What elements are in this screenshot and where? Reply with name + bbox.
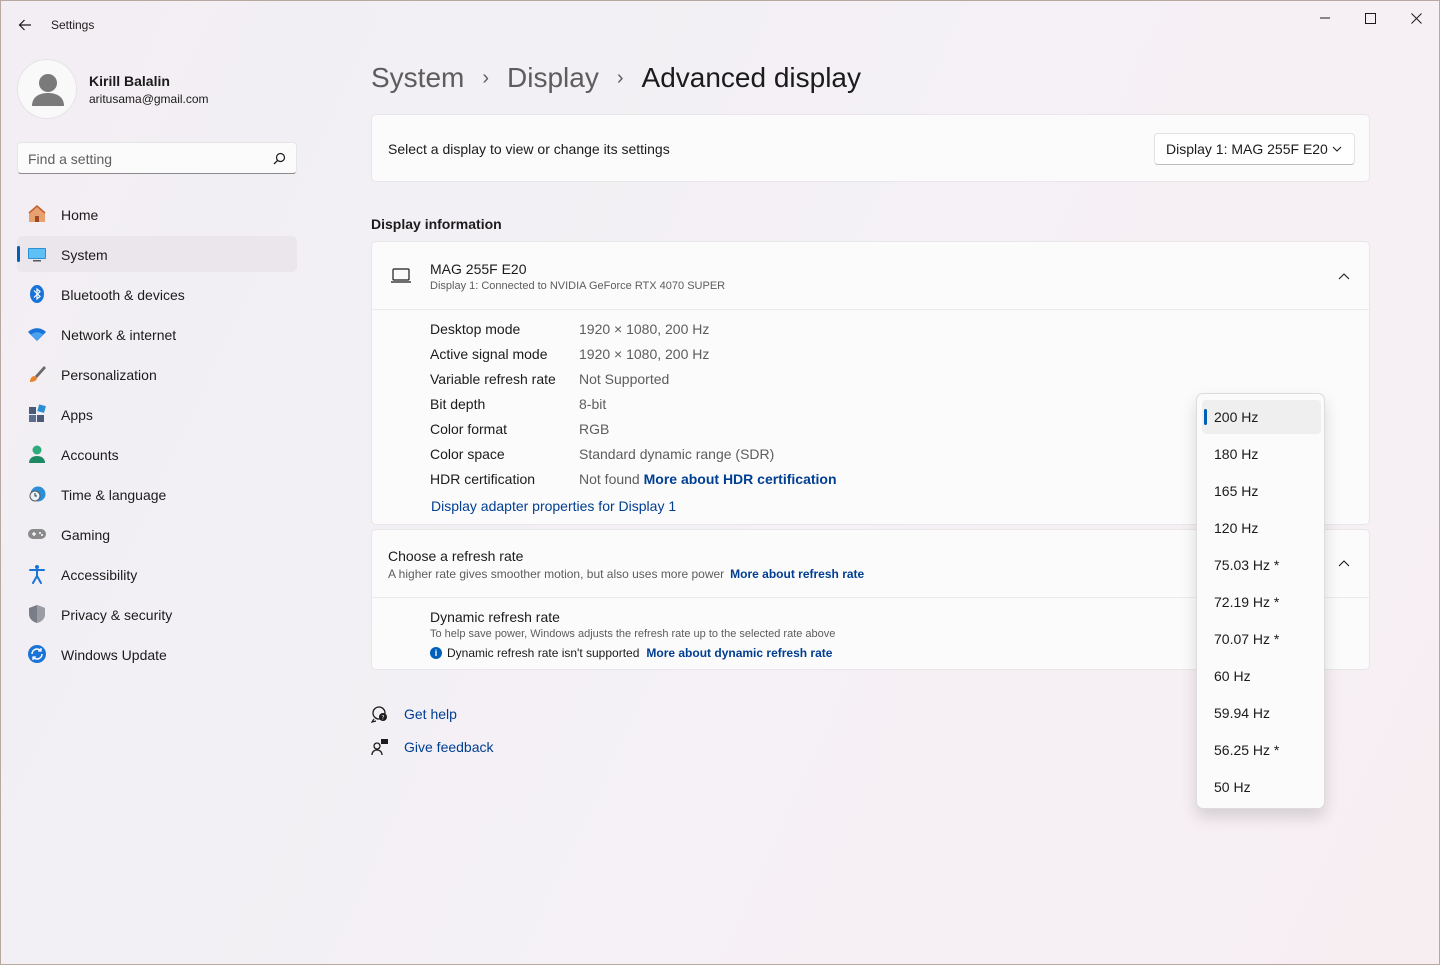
back-arrow-icon: [18, 19, 31, 31]
dynamic-refresh-link[interactable]: More about dynamic refresh rate: [646, 646, 832, 660]
selected-indicator: [1204, 409, 1207, 425]
breadcrumb-separator: ›: [482, 66, 490, 89]
give-feedback-link[interactable]: Give feedback: [371, 736, 494, 758]
sidebar-item-apps[interactable]: Apps: [17, 396, 297, 432]
refresh-option-200[interactable]: 200 Hz: [1202, 400, 1321, 434]
title-bar: Settings: [0, 0, 1440, 48]
hdr-cert-value: Not found: [579, 471, 640, 487]
home-icon: [27, 204, 47, 224]
dynamic-refresh-title: Dynamic refresh rate: [430, 609, 560, 625]
display-select-card: Select a display to view or change its s…: [371, 114, 1370, 182]
accounts-icon: [27, 444, 47, 464]
maximize-icon: [1364, 12, 1376, 24]
refresh-option-180[interactable]: 180 Hz: [1202, 437, 1321, 471]
sidebar-item-home[interactable]: Home: [17, 196, 297, 232]
sidebar-item-gaming[interactable]: Gaming: [17, 516, 297, 552]
info-icon: i: [430, 647, 442, 659]
sidebar-item-accessibility[interactable]: Accessibility: [17, 556, 297, 592]
refresh-option-165[interactable]: 165 Hz: [1202, 474, 1321, 508]
maximize-button[interactable]: [1347, 4, 1393, 32]
refresh-rate-link[interactable]: More about refresh rate: [730, 567, 864, 581]
monitor-name: MAG 255F E20: [430, 261, 527, 277]
refresh-option-50[interactable]: 50 Hz: [1202, 770, 1321, 804]
breadcrumb: System › Display › Advanced display: [371, 58, 861, 98]
search-box[interactable]: [17, 142, 297, 174]
hdr-cert-link[interactable]: More about HDR certification: [644, 471, 837, 487]
chevron-down-icon: [1332, 146, 1342, 152]
refresh-rate-dropdown: 200 Hz 180 Hz 165 Hz 120 Hz 75.03 Hz * 7…: [1196, 393, 1325, 809]
user-email: aritusama@gmail.com: [89, 92, 209, 106]
back-button[interactable]: [12, 12, 38, 38]
settings-window: Settings Kirill Balalin aritusama@gmail.…: [0, 0, 1440, 965]
refresh-rate-subtitle: A higher rate gives smoother motion, but…: [388, 567, 865, 581]
sidebar-item-personalization[interactable]: Personalization: [17, 356, 297, 392]
collapse-button[interactable]: [1334, 267, 1354, 287]
minimize-button[interactable]: [1302, 4, 1348, 32]
refresh-option-75[interactable]: 75.03 Hz *: [1202, 548, 1321, 582]
sidebar-item-windows-update[interactable]: Windows Update: [17, 636, 297, 672]
search-input[interactable]: [28, 149, 263, 169]
app-title: Settings: [51, 18, 95, 32]
brush-icon: [27, 364, 47, 384]
dynamic-refresh-warning: i Dynamic refresh rate isn't supported M…: [430, 646, 832, 660]
update-icon: [27, 644, 47, 664]
breadcrumb-separator: ›: [616, 66, 624, 89]
breadcrumb-system[interactable]: System: [371, 62, 464, 94]
active-indicator: [17, 246, 20, 262]
refresh-option-70[interactable]: 70.07 Hz *: [1202, 622, 1321, 656]
get-help-link[interactable]: ? Get help: [371, 703, 457, 725]
user-name: Kirill Balalin: [89, 73, 170, 89]
refresh-option-72[interactable]: 72.19 Hz *: [1202, 585, 1321, 619]
display-select-dropdown[interactable]: Display 1: MAG 255F E20: [1154, 133, 1355, 165]
wifi-icon: [27, 324, 47, 344]
sidebar-item-system[interactable]: System: [17, 236, 297, 272]
svg-text:?: ?: [381, 715, 384, 722]
shield-icon: [27, 604, 47, 624]
close-icon: [1410, 12, 1422, 24]
system-icon: [27, 244, 47, 264]
sidebar-item-privacy[interactable]: Privacy & security: [17, 596, 297, 632]
chevron-up-icon: [1338, 560, 1350, 567]
clock-globe-icon: [27, 484, 47, 504]
refresh-option-59[interactable]: 59.94 Hz: [1202, 696, 1321, 730]
display-info-header[interactable]: MAG 255F E20 Display 1: Connected to NVI…: [372, 242, 1369, 310]
minimize-icon: [1320, 17, 1330, 19]
display-select-value: Display 1: MAG 255F E20: [1166, 141, 1328, 157]
section-title: Display information: [371, 216, 502, 232]
sidebar-item-time-language[interactable]: Time & language: [17, 476, 297, 512]
refresh-option-60[interactable]: 60 Hz: [1202, 659, 1321, 693]
chevron-up-icon: [1338, 273, 1350, 280]
sidebar-item-accounts[interactable]: Accounts: [17, 436, 297, 472]
sidebar-nav: Home System Bluetooth & devices Network …: [17, 196, 297, 676]
display-select-label: Select a display to view or change its s…: [388, 141, 670, 157]
laptop-icon: [391, 268, 411, 283]
refresh-rate-title: Choose a refresh rate: [388, 548, 524, 564]
refresh-option-56[interactable]: 56.25 Hz *: [1202, 733, 1321, 767]
refresh-collapse-button[interactable]: [1334, 554, 1354, 574]
search-icon[interactable]: [273, 152, 286, 165]
help-chat-icon: ?: [371, 705, 389, 723]
accessibility-icon: [27, 564, 47, 584]
bluetooth-icon: [27, 284, 47, 304]
refresh-option-120[interactable]: 120 Hz: [1202, 511, 1321, 545]
sidebar-item-network[interactable]: Network & internet: [17, 316, 297, 352]
page-title: Advanced display: [641, 62, 861, 93]
sidebar-item-bluetooth[interactable]: Bluetooth & devices: [17, 276, 297, 312]
apps-icon: [27, 404, 47, 424]
adapter-properties-link[interactable]: Display adapter properties for Display 1: [431, 498, 676, 514]
breadcrumb-display[interactable]: Display: [507, 62, 599, 94]
gamepad-icon: [27, 524, 47, 544]
avatar[interactable]: [17, 59, 77, 119]
monitor-connection: Display 1: Connected to NVIDIA GeForce R…: [430, 280, 726, 292]
person-icon: [32, 74, 64, 106]
close-button[interactable]: [1393, 4, 1439, 32]
feedback-icon: [371, 738, 389, 756]
dynamic-refresh-subtitle: To help save power, Windows adjusts the …: [430, 628, 836, 640]
